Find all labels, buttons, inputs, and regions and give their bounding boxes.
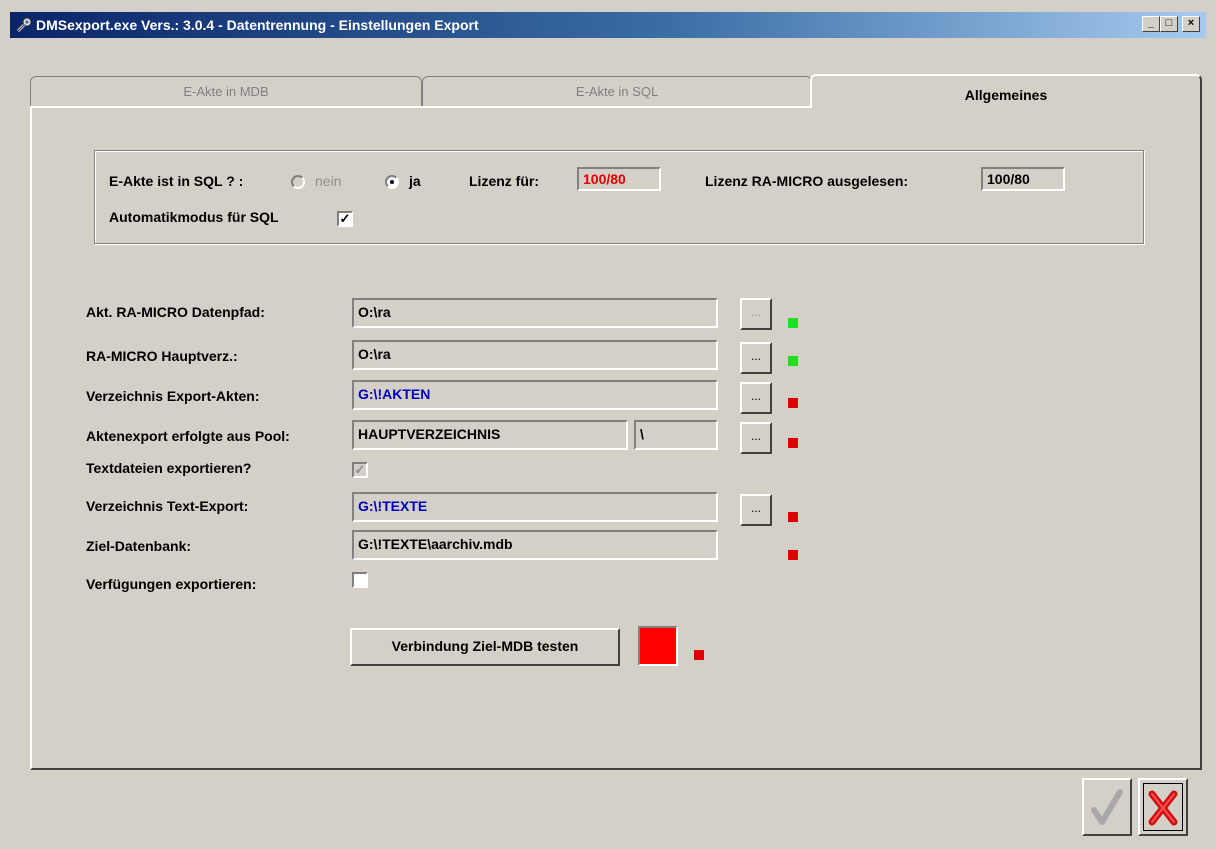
wrench-icon (16, 17, 32, 33)
export-akten-label: Verzeichnis Export-Akten: (86, 388, 260, 404)
maximize-button[interactable]: □ (1160, 16, 1178, 32)
sql-question-label: E-Akte ist in SQL ? : (109, 173, 244, 189)
text-export-status-indicator (788, 512, 798, 522)
hauptverz-field: O:\ra (352, 340, 718, 370)
pool-suffix-field: \ (634, 420, 718, 450)
pool-browse-button[interactable]: ... (740, 422, 772, 454)
verfuegungen-checkbox[interactable] (352, 572, 368, 588)
connection-status-indicator (694, 650, 704, 660)
title-bar[interactable]: DMSexport.exe Vers.: 3.0.4 - Datentrennu… (10, 12, 1206, 38)
lizenz-value: 100/80 (577, 167, 661, 191)
test-connection-button[interactable]: Verbindung Ziel-MDB testen (350, 628, 620, 666)
cancel-button[interactable] (1138, 778, 1188, 836)
maximize-icon: □ (1165, 17, 1173, 29)
automatik-label: Automatikmodus für SQL (109, 209, 279, 225)
datenpfad-browse-button[interactable]: ... (740, 298, 772, 330)
radio-nein-label: nein (315, 173, 342, 189)
sql-settings-group: E-Akte ist in SQL ? : nein ja Lizenz für… (94, 150, 1144, 244)
export-akten-browse-button[interactable]: ... (740, 382, 772, 414)
ok-button[interactable] (1082, 778, 1132, 836)
check-icon: ✓ (339, 211, 351, 226)
text-export-label: Verzeichnis Text-Export: (86, 498, 249, 514)
automatik-checkbox[interactable]: ✓ (337, 211, 353, 227)
pool-status-indicator (788, 438, 798, 448)
close-button[interactable]: × (1182, 16, 1200, 32)
text-export-field[interactable]: G:\!TEXTE (352, 492, 718, 522)
tab-label: E-Akte in MDB (183, 84, 269, 99)
hauptverz-status-indicator (788, 356, 798, 366)
cross-icon (1148, 790, 1178, 826)
tab-label: E-Akte in SQL (575, 84, 659, 99)
hauptverz-browse-button[interactable]: ... (740, 342, 772, 374)
hauptverz-label: RA-MICRO Hauptverz.: (86, 348, 238, 364)
radio-nein[interactable] (291, 175, 305, 189)
radio-selected-dot (390, 180, 394, 184)
textdateien-label: Textdateien exportieren? (86, 460, 252, 476)
textdateien-checkbox[interactable]: ✓ (352, 462, 368, 478)
tab-panel-allgemeines: E-Akte ist in SQL ? : nein ja Lizenz für… (30, 106, 1202, 770)
tab-e-akte-mdb[interactable]: E-Akte in MDB (30, 76, 422, 106)
verfuegungen-label: Verfügungen exportieren: (86, 576, 257, 592)
pool-label: Aktenexport erfolgte aus Pool: (86, 428, 290, 444)
datenpfad-status-indicator (788, 318, 798, 328)
radio-ja[interactable] (385, 175, 399, 189)
lizenz-ra-label: Lizenz RA-MICRO ausgelesen: (705, 173, 909, 189)
minimize-icon: _ (1147, 17, 1155, 29)
connection-status-box (638, 626, 678, 666)
datenpfad-field: O:\ra (352, 298, 718, 328)
datenpfad-label: Akt. RA-MICRO Datenpfad: (86, 304, 265, 320)
ziel-db-status-indicator (788, 550, 798, 560)
ziel-db-label: Ziel-Datenbank: (86, 538, 192, 554)
close-icon: × (1187, 17, 1195, 29)
check-icon: ✓ (354, 462, 366, 477)
tab-e-akte-sql[interactable]: E-Akte in SQL (422, 76, 812, 106)
lizenz-label: Lizenz für: (469, 173, 539, 189)
text-export-browse-button[interactable]: ... (740, 494, 772, 526)
checkmark-icon (1091, 789, 1123, 825)
export-akten-status-indicator (788, 398, 798, 408)
tab-allgemeines[interactable]: Allgemeines (810, 74, 1202, 108)
lizenz-ra-value: 100/80 (981, 167, 1065, 191)
radio-ja-label: ja (409, 173, 421, 189)
tab-label: Allgemeines (964, 87, 1048, 103)
ziel-db-field: G:\!TEXTE\aarchiv.mdb (352, 530, 718, 560)
tab-control: E-Akte in MDB E-Akte in SQL Allgemeines … (30, 74, 1202, 770)
window-title: DMSexport.exe Vers.: 3.0.4 - Datentrennu… (36, 17, 479, 33)
minimize-button[interactable]: _ (1142, 16, 1160, 32)
export-akten-field[interactable]: G:\!AKTEN (352, 380, 718, 410)
app-window: DMSexport.exe Vers.: 3.0.4 - Datentrennu… (0, 0, 1216, 849)
pool-field: HAUPTVERZEICHNIS (352, 420, 628, 450)
